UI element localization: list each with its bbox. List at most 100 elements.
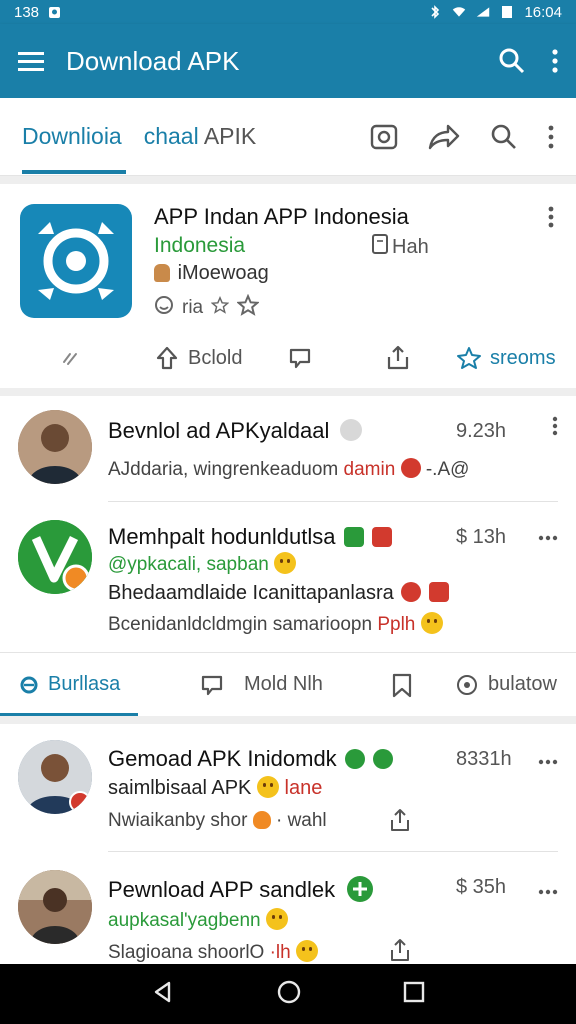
- feed-item[interactable]: Memhpalt hodunldutlsa $ 13h @ypkacali, s…: [0, 502, 576, 652]
- app-bar: Download APK: [0, 24, 576, 98]
- tab-apik-label: APIK: [203, 123, 257, 149]
- star-icon: [236, 293, 260, 322]
- link-icon[interactable]: [60, 348, 82, 368]
- tab-chaal[interactable]: chaal APIK: [144, 123, 257, 150]
- menu-icon[interactable]: [18, 51, 44, 71]
- avatar[interactable]: [18, 740, 92, 814]
- app-card[interactable]: APP Indan APP Indonesia Indonesia Hah iM…: [0, 184, 576, 388]
- screen: 138 16:04 Download APK Downlioia chaal A…: [0, 0, 576, 1024]
- feed-item-title: Gemoad APK Inidomdk: [108, 746, 393, 772]
- build-button-label: Bclold: [188, 346, 243, 369]
- badge-icon: [343, 527, 364, 547]
- overflow-menu-icon[interactable]: [548, 206, 554, 233]
- feed-item-line-text: Slagioana shoorlO: [108, 942, 265, 963]
- emoji-icon: [420, 612, 443, 634]
- bookmark-icon[interactable]: [390, 672, 414, 698]
- overflow-menu-icon[interactable]: [538, 524, 558, 547]
- bluetooth-icon: [428, 5, 442, 19]
- app-card-title: APP Indan APP Indonesia: [154, 204, 409, 229]
- search-icon[interactable]: [490, 123, 518, 151]
- build-button[interactable]: Bclold: [154, 345, 242, 371]
- share-icon[interactable]: [428, 124, 460, 150]
- section-divider: [0, 176, 576, 184]
- tab-mold-nlh-label: Mold Nlh: [244, 673, 323, 695]
- search-icon[interactable]: [498, 47, 526, 75]
- feed-item-title-text: Bevnlol ad APKyaldaal: [108, 418, 330, 443]
- app-card-rating-text: ria: [182, 297, 204, 318]
- hand-icon: [154, 264, 170, 282]
- feed-item-handle: @ypkacali, sapban: [108, 552, 297, 576]
- feed-item-line-red: Pplh: [377, 614, 416, 635]
- status-bar: 138 16:04: [0, 0, 576, 24]
- feed-item-line: Bcenidanldcldmgin samarioopn Pplh: [108, 612, 443, 636]
- overflow-menu-icon[interactable]: [538, 748, 558, 771]
- emoji-icon: [296, 940, 319, 962]
- tab-chaal-label: chaal: [143, 123, 199, 149]
- tab-bulatow[interactable]: bulatow: [456, 673, 557, 696]
- overflow-menu-icon[interactable]: [548, 125, 554, 149]
- feed-item-line-text: Bcenidanldcldmgin samarioopn: [108, 614, 373, 635]
- feed-item-title: Bevnlol ad APKyaldaal: [108, 418, 362, 444]
- recents-icon[interactable]: [403, 981, 425, 1008]
- feed-item[interactable]: Gemoad APK Inidomdk 8331h saimlbisaal AP…: [0, 724, 576, 852]
- feed-item-subtitle: AJddaria, wingrenkeaduom damin -.A@: [108, 458, 469, 481]
- badge-icon: [401, 582, 422, 602]
- emoji-icon: [256, 776, 279, 798]
- status-time-right: 16:04: [524, 3, 562, 21]
- camera-icon[interactable]: [370, 124, 398, 150]
- app-icon[interactable]: [20, 204, 132, 318]
- emoji-icon: [265, 908, 288, 930]
- feed-item-title-text: Pewnload APP sandlek: [108, 877, 336, 902]
- feed-item-handle: aupkasal'yagbenn: [108, 908, 288, 932]
- app-card-meta-text: Hah: [392, 235, 429, 258]
- section-divider: [0, 716, 576, 724]
- upload-icon[interactable]: [386, 345, 410, 371]
- overflow-menu-icon[interactable]: [552, 49, 558, 73]
- feed-item-handle-text: @ypkacali, sapban: [108, 554, 269, 575]
- system-nav-bar: [0, 964, 576, 1024]
- feed-item-title: Memhpalt hodunldutlsa: [108, 524, 392, 550]
- tab-row: Downlioia chaal APIK: [0, 98, 576, 176]
- tab-mold-nlh[interactable]: Mold Nlh: [200, 673, 323, 697]
- feed-item-time: 8331h: [456, 748, 512, 770]
- avatar[interactable]: [18, 870, 92, 944]
- emoji-icon: [274, 552, 297, 574]
- badge-icon: [371, 527, 392, 547]
- feed-item-line-red: lane: [284, 777, 323, 799]
- tab-burllasa[interactable]: Burllasa: [20, 673, 120, 696]
- feed-item-line-text: saimlbisaal APK: [108, 777, 252, 799]
- feed-item-line: Slagioana shoorlO ·lh: [108, 940, 319, 964]
- share-icon[interactable]: [388, 808, 412, 837]
- avatar[interactable]: [18, 520, 92, 594]
- verified-icon: [339, 419, 362, 441]
- add-icon[interactable]: [347, 876, 374, 902]
- notification-icon: [47, 5, 61, 19]
- badge-icon: [372, 749, 393, 769]
- home-icon[interactable]: [276, 979, 302, 1010]
- feed-item-line: saimlbisaal APK lane: [108, 776, 322, 800]
- feed-item-line-red: ·lh: [269, 942, 291, 963]
- fire-icon: [252, 811, 271, 829]
- feed-item-time: 9.23h: [456, 420, 507, 442]
- tab-bulatow-label: bulatow: [488, 673, 557, 695]
- feed-item-line-text: Nwiaikanby shor: [108, 810, 248, 831]
- feed-item-title-text: Gemoad APK Inidomdk: [108, 746, 337, 771]
- star-icon: [210, 295, 230, 320]
- avatar[interactable]: [18, 410, 92, 484]
- tab-download[interactable]: Downlioia: [22, 98, 126, 176]
- feed-item[interactable]: Pewnload APP sandlek $ 35h aupkasal'yagb…: [0, 852, 576, 964]
- overflow-menu-icon[interactable]: [552, 416, 558, 442]
- badge-icon: [344, 749, 365, 769]
- back-icon[interactable]: [151, 980, 175, 1009]
- share-icon[interactable]: [388, 938, 412, 967]
- comment-icon[interactable]: [288, 346, 312, 370]
- overflow-menu-icon[interactable]: [538, 878, 558, 901]
- feed-item[interactable]: Bevnlol ad APKyaldaal 9.23h AJddaria, wi…: [0, 396, 576, 502]
- app-card-meta: Hah: [372, 234, 429, 260]
- feed-item-subtitle-tail: -.A@: [425, 459, 470, 480]
- app-title: Download APK: [66, 45, 240, 76]
- app-card-developer: iMoewoag: [154, 262, 269, 285]
- feed-item-subtitle-text: AJddaria, wingrenkeaduom: [108, 459, 339, 480]
- feed-item-subtitle-red: damin: [343, 459, 396, 480]
- streams-button[interactable]: sreoms: [456, 346, 556, 370]
